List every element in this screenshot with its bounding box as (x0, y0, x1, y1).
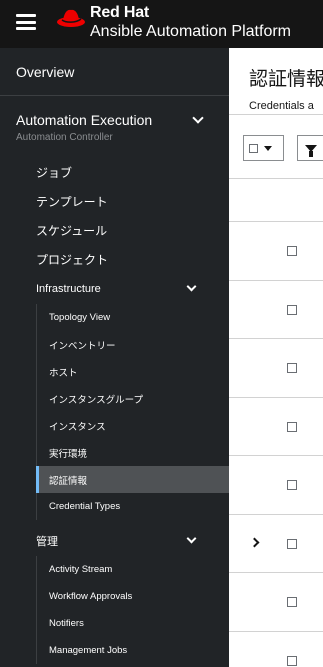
nav-group-title: Automation Execution (16, 112, 153, 128)
row-checkbox[interactable] (287, 363, 297, 373)
sidebar-item-activity-stream[interactable]: Activity Stream (37, 556, 229, 583)
hamburger-menu-icon[interactable] (16, 12, 36, 32)
table-row[interactable] (229, 222, 323, 281)
table-row[interactable] (229, 456, 323, 515)
sidebar-item-label: インスタンスグループ (49, 394, 144, 406)
product-name: Ansible Automation Platform (90, 23, 291, 40)
sidebar-item-label: Topology View (49, 312, 111, 323)
sidebar-item-label: プロジェクト (36, 253, 109, 267)
nav-group-admin[interactable]: 管理 (0, 526, 229, 556)
sidebar-item-workflow-approvals[interactable]: Workflow Approvals (37, 583, 229, 610)
sidebar-item-label: Overview (16, 63, 75, 80)
sidebar-item-hosts[interactable]: ホスト (37, 358, 229, 385)
nav-group-subtitle: Automation Controller (16, 132, 113, 143)
infrastructure-list: Topology View インベントリー ホスト インスタンスグループ インス… (36, 304, 229, 520)
nav-group-automation-execution[interactable]: Automation Execution Automation Controll… (0, 96, 229, 158)
sidebar-item-instance-groups[interactable]: インスタンスグループ (37, 385, 229, 412)
sidebar-nav: Overview Automation Execution Automation… (0, 48, 229, 667)
filter-icon (305, 144, 317, 157)
sidebar-item-label: Credential Types (49, 501, 121, 512)
bulk-select-dropdown[interactable] (243, 135, 284, 161)
table-row[interactable] (229, 281, 323, 339)
sidebar-item-label: インスタンス (49, 421, 106, 433)
brand-logo[interactable]: Red Hat Ansible Automation Platform (56, 5, 291, 40)
filter-button[interactable] (297, 135, 323, 161)
sidebar-item-label: Workflow Approvals (49, 591, 133, 602)
sidebar-item-label: 認証情報 (49, 475, 88, 487)
checkbox-icon[interactable] (249, 143, 258, 153)
sidebar-item-label: Management Jobs (49, 645, 128, 656)
sidebar-item-schedules[interactable]: スケジュール (0, 216, 229, 245)
caret-down-icon (264, 145, 272, 151)
red-hat-logo-icon (57, 9, 85, 27)
page-header: 認証情報 Credentials a (229, 48, 323, 115)
table-row[interactable] (229, 573, 323, 632)
table-row[interactable] (229, 515, 323, 573)
sidebar-item-credential-types[interactable]: Credential Types (37, 493, 229, 520)
chevron-right-icon[interactable] (249, 537, 260, 547)
nav-group-title: Infrastructure (36, 283, 101, 295)
sidebar-item-label: 実行環境 (49, 448, 88, 460)
chevron-down-icon (186, 281, 197, 292)
page-description: Credentials a (249, 100, 314, 112)
sidebar-item-label: インベントリー (49, 340, 116, 352)
sidebar-item-inventories[interactable]: インベントリー (37, 331, 229, 358)
row-checkbox[interactable] (287, 304, 297, 315)
row-checkbox[interactable] (287, 655, 297, 666)
page-title: 認証情報 (249, 69, 323, 90)
table-body (229, 222, 323, 667)
sidebar-item-label: スケジュール (36, 224, 108, 238)
sidebar-item-label: Activity Stream (49, 564, 113, 575)
table-header-row (229, 179, 323, 222)
brand-name: Red Hat (90, 4, 150, 21)
sidebar-item-projects[interactable]: プロジェクト (0, 245, 229, 274)
row-checkbox[interactable] (287, 480, 297, 490)
table-row[interactable] (229, 339, 323, 398)
sidebar-item-management-jobs[interactable]: Management Jobs (37, 637, 229, 664)
row-checkbox[interactable] (287, 246, 297, 256)
sidebar-item-templates[interactable]: テンプレート (0, 187, 229, 216)
sidebar-item-topology-view[interactable]: Topology View (37, 304, 229, 331)
nav-group-infrastructure[interactable]: Infrastructure (0, 274, 229, 304)
sidebar-item-overview[interactable]: Overview (0, 48, 229, 96)
row-checkbox[interactable] (287, 597, 297, 607)
sidebar-item-jobs[interactable]: ジョブ (0, 158, 229, 187)
table-toolbar (229, 115, 323, 179)
sidebar-item-label: ホスト (49, 367, 78, 379)
sidebar-item-label: ジョブ (36, 166, 73, 180)
sidebar-item-execution-environments[interactable]: 実行環境 (37, 439, 229, 466)
chevron-down-icon (186, 533, 197, 544)
row-checkbox[interactable] (287, 538, 297, 549)
sidebar-item-instances[interactable]: インスタンス (37, 412, 229, 439)
admin-list: Activity Stream Workflow Approvals Notif… (36, 556, 229, 664)
main-content: 認証情報 Credentials a (229, 48, 323, 667)
table-row[interactable] (229, 632, 323, 667)
masthead: Red Hat Ansible Automation Platform (0, 0, 323, 48)
nav-group-title: 管理 (36, 536, 58, 548)
sidebar-item-credentials[interactable]: 認証情報 (36, 466, 229, 493)
table-row[interactable] (229, 398, 323, 456)
sidebar-item-notifiers[interactable]: Notifiers (37, 610, 229, 637)
sidebar-item-label: Notifiers (49, 618, 84, 629)
row-checkbox[interactable] (287, 421, 297, 432)
sidebar-item-label: テンプレート (36, 195, 108, 209)
